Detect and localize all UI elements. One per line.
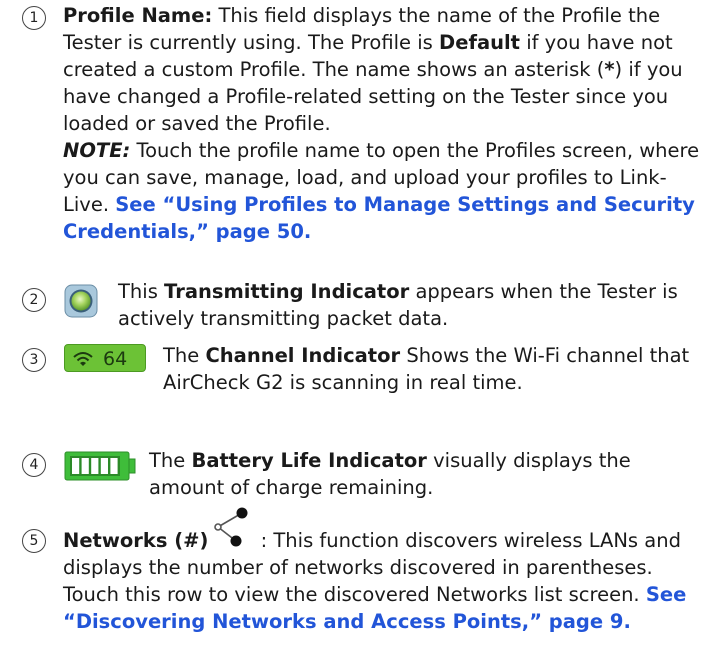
- item-body-text: This: [118, 280, 165, 303]
- document-page: 1 Profile Name: This field displays the …: [0, 0, 705, 671]
- battery-bars: [72, 458, 118, 474]
- battery-bar: [100, 458, 108, 474]
- item-text: This Transmitting Indicator appears when…: [118, 278, 701, 332]
- asterisk-symbol: *: [604, 58, 615, 81]
- profile-name-label: Profile Name:: [63, 4, 213, 27]
- item-body-text: The: [163, 344, 206, 367]
- item-body-text: The: [149, 449, 192, 472]
- share-network-icon: [212, 507, 254, 547]
- battery-bar: [110, 458, 118, 474]
- wifi-icon: [73, 352, 93, 366]
- item-number: 3: [22, 348, 46, 372]
- see-profiles-link[interactable]: See “Using Profiles to Manage Settings a…: [63, 193, 695, 243]
- item-text: Networks (#) : This function discovers w…: [63, 507, 701, 635]
- note-label: NOTE:: [63, 139, 131, 162]
- item-number: 5: [22, 529, 46, 553]
- item-number: 4: [22, 453, 46, 477]
- battery-bar: [81, 458, 89, 474]
- battery-icon: [64, 451, 138, 488]
- item-text: Profile Name: This field displays the na…: [63, 2, 701, 245]
- transmitting-indicator-icon: [64, 284, 98, 325]
- default-word: Default: [439, 31, 520, 54]
- channel-indicator: 64: [64, 344, 146, 372]
- transmitting-indicator-label: Transmitting Indicator: [164, 280, 410, 303]
- battery-bar: [72, 458, 80, 474]
- battery-bar: [91, 458, 99, 474]
- channel-indicator-label: Channel Indicator: [205, 344, 401, 367]
- networks-label: Networks (#): [63, 529, 209, 552]
- item-number: 1: [22, 6, 46, 30]
- channel-value: 64: [103, 348, 128, 370]
- item-text: The Battery Life Indicator visually disp…: [149, 447, 701, 501]
- item-text: The Channel Indicator Shows the Wi-Fi ch…: [163, 342, 701, 396]
- battery-life-indicator-label: Battery Life Indicator: [191, 449, 427, 472]
- item-number: 2: [22, 288, 46, 312]
